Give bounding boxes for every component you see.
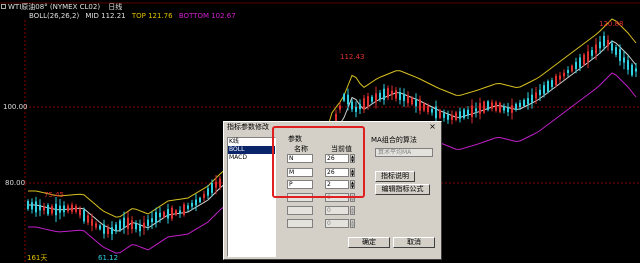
y-axis-label-80: 80.00 bbox=[5, 179, 26, 187]
indicator-list[interactable]: K线 BOLL MACD bbox=[227, 137, 276, 257]
param-name-5 bbox=[287, 206, 313, 215]
mid-value: MID 112.21 bbox=[85, 12, 126, 20]
ok-button[interactable]: 确定 bbox=[348, 237, 390, 248]
cancel-button[interactable]: 取消 bbox=[393, 237, 435, 248]
param-value-5: 0 bbox=[325, 206, 349, 215]
price-label-left: 75.45 bbox=[44, 191, 65, 199]
ma-method-label: MA组合的算法 bbox=[371, 136, 417, 144]
bottom-value: BOTTOM 102.67 bbox=[178, 12, 236, 20]
ma-method-select: 算术平均MA bbox=[375, 148, 433, 157]
param-value-6: 0 bbox=[325, 219, 349, 228]
instrument-name: WTI原油08° (NYMEX CL02) bbox=[8, 3, 101, 11]
low-label: 61.12 bbox=[98, 254, 119, 262]
square-icon bbox=[1, 4, 6, 9]
indicator-name: BOLL(26,26,2) bbox=[29, 12, 80, 20]
param-name-6 bbox=[287, 219, 313, 228]
y-axis-label-100: 100.00 bbox=[3, 103, 28, 111]
list-item-macd[interactable]: MACD bbox=[228, 154, 275, 162]
indicator-legend: BOLL(26,26,2) MID 112.21 TOP 121.76 BOTT… bbox=[29, 12, 236, 20]
list-item-kline[interactable]: K线 bbox=[228, 138, 275, 146]
close-icon[interactable]: × bbox=[428, 122, 437, 131]
spinner-5: ▲ ▼ bbox=[350, 206, 355, 215]
dialog-title: 指标参数修改 bbox=[227, 123, 269, 131]
edit-formula-button[interactable]: 编辑指标公式 bbox=[375, 184, 430, 195]
spinner-6: ▲ ▼ bbox=[350, 219, 355, 228]
list-item-boll[interactable]: BOLL bbox=[228, 146, 275, 154]
instrument-title: WTI原油08° (NYMEX CL02) 日线 bbox=[1, 2, 122, 12]
high-label-1: 112.43 bbox=[340, 53, 365, 61]
top-value: TOP 121.76 bbox=[131, 12, 173, 20]
high-label-2: 120.88 bbox=[599, 20, 624, 28]
period-label[interactable]: 日线 bbox=[108, 3, 122, 11]
indicator-help-button[interactable]: 指标说明 bbox=[375, 171, 415, 182]
highlight-box bbox=[272, 126, 365, 198]
